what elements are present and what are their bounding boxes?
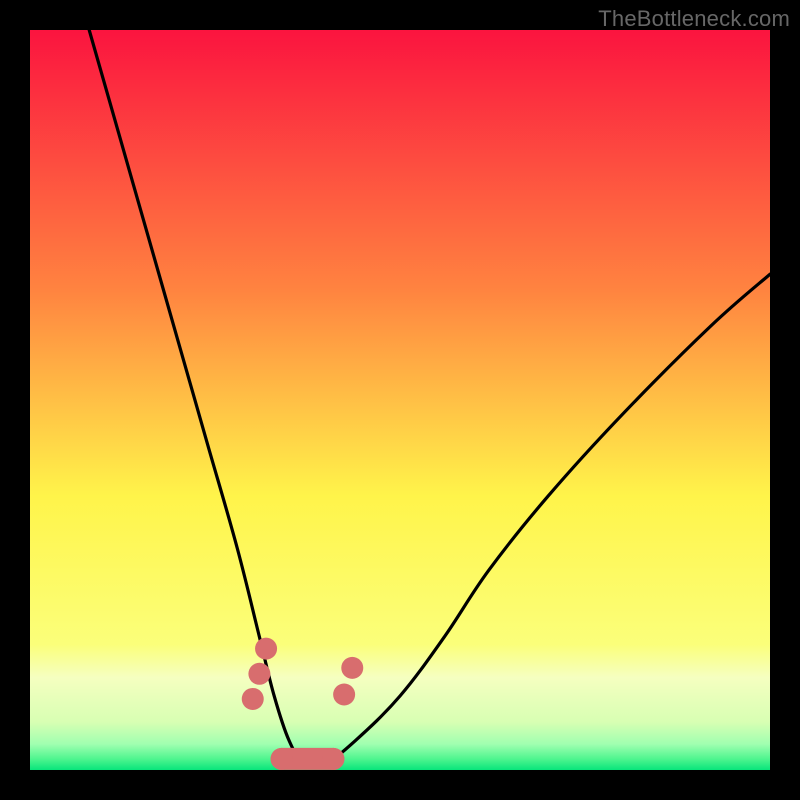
gradient-background	[30, 30, 770, 770]
salmon-base-bar-cap	[322, 748, 344, 770]
salmon-blob-right-dot	[333, 684, 355, 706]
chart-frame	[30, 30, 770, 770]
salmon-base-bar-cap	[271, 748, 293, 770]
chart-svg	[30, 30, 770, 770]
salmon-blob-right-dot	[341, 657, 363, 679]
salmon-blob-left-dot	[242, 688, 264, 710]
salmon-blob-left-dot	[248, 663, 270, 685]
watermark-text: TheBottleneck.com	[598, 6, 790, 32]
salmon-blob-left-dot	[255, 638, 277, 660]
